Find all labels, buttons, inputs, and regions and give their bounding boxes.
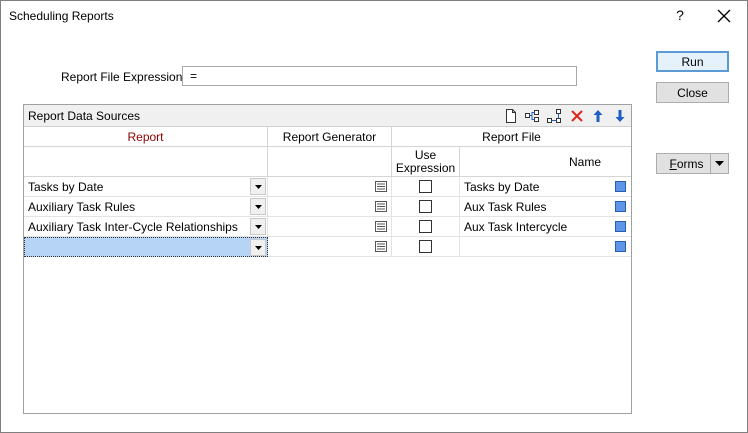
column-header-report-generator[interactable]: Report Generator — [268, 127, 392, 147]
name-cell[interactable]: Aux Task Intercycle — [460, 217, 631, 237]
column-header-report[interactable]: Report — [24, 127, 268, 147]
report-cell-text: Auxiliary Task Rules — [28, 200, 136, 214]
grid-caption-bar: Report Data Sources — [24, 105, 631, 127]
report-cell-new[interactable] — [24, 237, 268, 257]
list-icon[interactable] — [375, 221, 387, 232]
run-button[interactable]: Run — [656, 51, 729, 72]
list-icon[interactable] — [375, 181, 387, 192]
report-file-expression-label: Report File Expression — [61, 70, 183, 84]
report-cell-text: Auxiliary Task Inter-Cycle Relationships — [28, 220, 238, 234]
report-cell[interactable]: Auxiliary Task Rules — [24, 197, 268, 217]
use-expression-checkbox[interactable] — [419, 240, 432, 253]
list-icon[interactable] — [375, 201, 387, 212]
name-cell-text: Tasks by Date — [464, 180, 540, 194]
report-cell[interactable]: Auxiliary Task Inter-Cycle Relationships — [24, 217, 268, 237]
use-expression-checkbox[interactable] — [419, 200, 432, 213]
file-picker-icon[interactable] — [615, 181, 626, 192]
dialog-title: Scheduling Reports — [9, 9, 114, 23]
file-picker-icon[interactable] — [615, 221, 626, 232]
column-header-report-file[interactable]: Report File — [392, 127, 631, 147]
column-header-name[interactable]: Name — [460, 147, 631, 177]
insert-row-icon[interactable] — [546, 108, 562, 124]
name-cell[interactable]: Aux Task Rules — [460, 197, 631, 217]
report-generator-cell[interactable] — [268, 237, 392, 257]
chevron-down-icon[interactable] — [250, 239, 266, 256]
help-button[interactable]: ? — [673, 7, 687, 23]
use-expression-cell — [392, 217, 460, 237]
move-down-icon[interactable] — [612, 108, 628, 124]
name-cell-text: Aux Task Rules — [464, 200, 547, 214]
report-generator-cell[interactable] — [268, 217, 392, 237]
add-row-icon[interactable] — [524, 108, 540, 124]
file-picker-icon[interactable] — [615, 241, 626, 252]
column-subheader-report-generator — [268, 147, 392, 177]
forms-button-label[interactable]: Forms — [657, 154, 711, 173]
file-picker-icon[interactable] — [615, 201, 626, 212]
report-file-expression-input[interactable]: = — [182, 66, 577, 86]
new-document-icon[interactable] — [503, 108, 519, 124]
name-cell[interactable] — [460, 237, 631, 257]
forms-label-post: orms — [676, 156, 704, 171]
forms-button[interactable]: Forms — [656, 153, 729, 174]
column-subheader-report — [24, 147, 268, 177]
column-header-use-expression[interactable]: Use Expression — [392, 147, 460, 177]
report-generator-cell[interactable] — [268, 197, 392, 217]
name-cell[interactable]: Tasks by Date — [460, 177, 631, 197]
use-expression-checkbox[interactable] — [419, 180, 432, 193]
report-cell-text: Tasks by Date — [28, 180, 104, 194]
chevron-down-icon[interactable] — [250, 218, 266, 235]
name-cell-text: Aux Task Intercycle — [464, 220, 568, 234]
grid-caption: Report Data Sources — [28, 109, 141, 123]
chevron-down-icon[interactable] — [250, 178, 266, 195]
move-up-icon[interactable] — [590, 108, 606, 124]
close-icon[interactable] — [715, 7, 733, 25]
use-expression-cell — [392, 237, 460, 257]
use-expression-checkbox[interactable] — [419, 220, 432, 233]
report-cell[interactable]: Tasks by Date — [24, 177, 268, 197]
chevron-down-icon[interactable] — [250, 198, 266, 215]
report-data-sources-grid: Report Data Sources Report Report Genera… — [23, 104, 632, 414]
scheduling-reports-dialog: Scheduling Reports ? Report File Express… — [0, 0, 748, 433]
list-icon[interactable] — [375, 241, 387, 252]
report-generator-cell[interactable] — [268, 177, 392, 197]
delete-icon[interactable] — [569, 108, 585, 124]
forms-dropdown-icon[interactable] — [711, 154, 728, 173]
close-button[interactable]: Close — [656, 82, 729, 103]
use-expression-cell — [392, 177, 460, 197]
use-expression-cell — [392, 197, 460, 217]
forms-label-accel: F — [669, 156, 677, 171]
